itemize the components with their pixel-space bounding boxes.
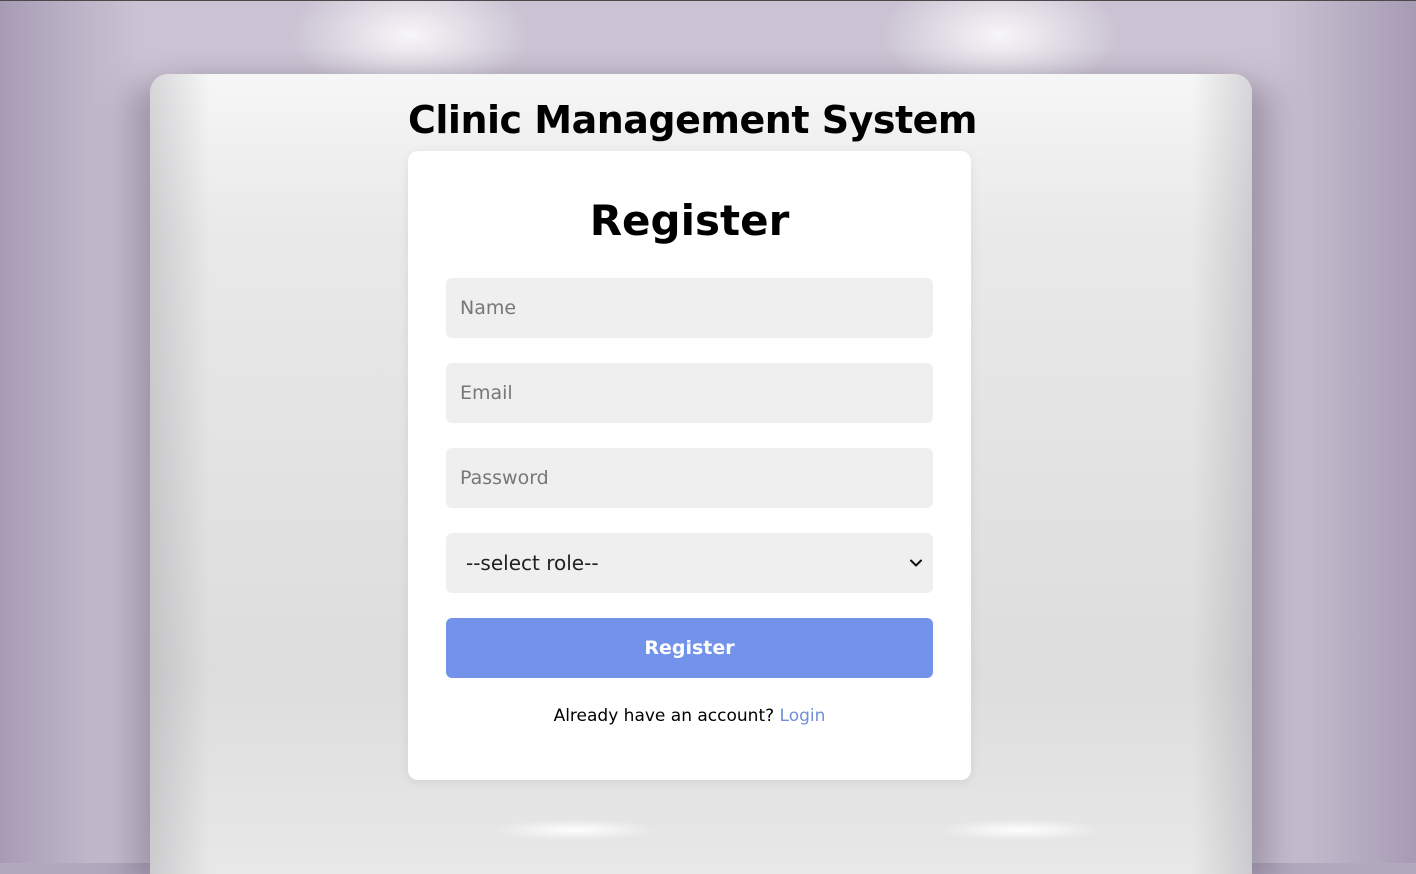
- login-link[interactable]: Login: [780, 706, 826, 726]
- role-select-value: --select role--: [466, 551, 599, 575]
- form-title: Register: [589, 196, 790, 245]
- register-button[interactable]: Register: [446, 618, 933, 678]
- chevron-down-icon: [909, 558, 923, 568]
- name-input[interactable]: [446, 278, 933, 338]
- email-input[interactable]: [446, 363, 933, 423]
- role-select[interactable]: --select role--: [446, 533, 933, 593]
- password-input[interactable]: [446, 448, 933, 508]
- login-prompt: Already have an account? Login: [408, 703, 971, 729]
- app-title: Clinic Management System: [408, 98, 978, 142]
- login-prompt-text: Already have an account?: [553, 706, 775, 726]
- register-card: Register --select role-- Register Alread…: [408, 151, 971, 780]
- top-border: [0, 0, 1416, 1]
